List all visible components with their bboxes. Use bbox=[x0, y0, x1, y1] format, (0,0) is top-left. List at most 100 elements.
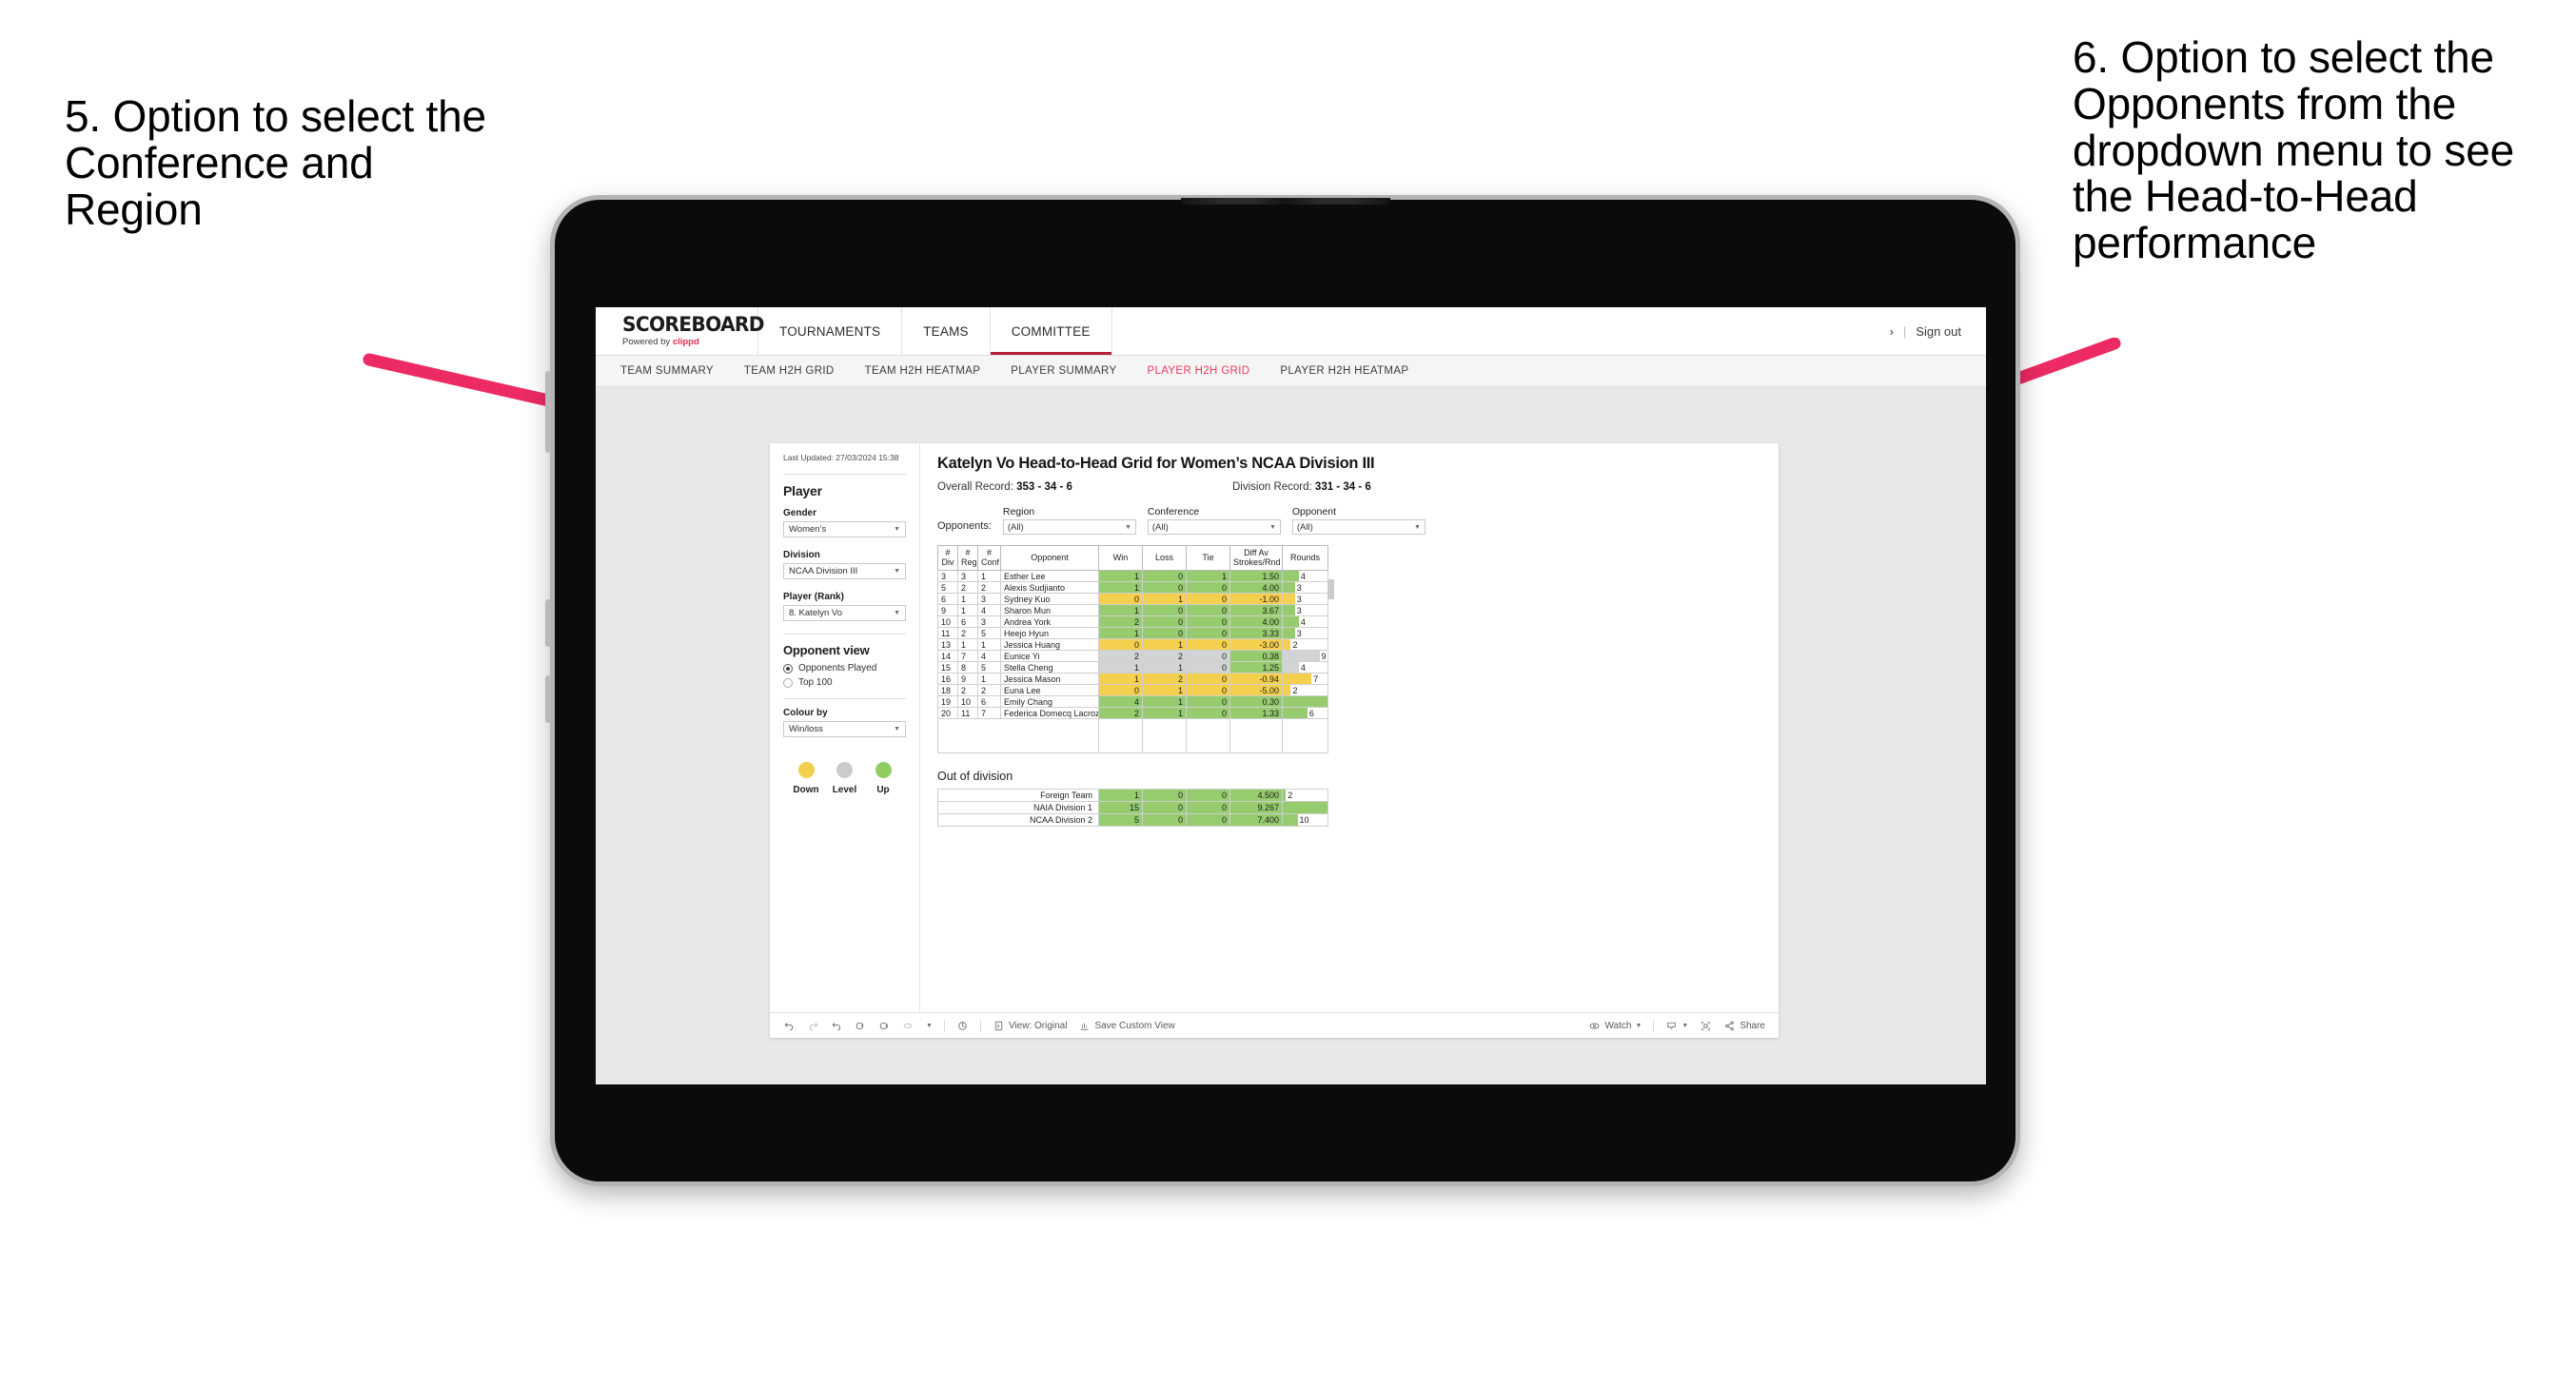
undo-icon[interactable] bbox=[783, 1020, 796, 1032]
cell-loss: 0 bbox=[1142, 581, 1187, 594]
table-row[interactable]: 20 11 7 Federica Domecq Lacroze 2 1 0 1.33 6 bbox=[937, 707, 1328, 719]
region-dropdown[interactable]: (All) ▼ bbox=[1002, 519, 1136, 535]
save-custom-view-button[interactable]: Save Custom View bbox=[1078, 1020, 1175, 1032]
cell-rounds: 3 bbox=[1282, 581, 1328, 594]
cell-loss: 0 bbox=[1142, 627, 1187, 639]
out-of-division-table[interactable]: Foreign Team 1 0 0 4.500 2 NAIA Division 1 15 0 0… bbox=[937, 789, 1328, 827]
grid-scrollbar[interactable] bbox=[1327, 579, 1334, 599]
table-row[interactable]: 14 7 4 Eunice Yi 2 2 0 0.38 9 bbox=[937, 650, 1328, 662]
toolbar-divider-2 bbox=[979, 1019, 981, 1032]
conference-dropdown[interactable]: (All) ▼ bbox=[1147, 519, 1281, 535]
cell-conf: 4 bbox=[977, 650, 1001, 662]
radio-top-100[interactable]: Top 100 bbox=[783, 677, 906, 688]
table-row[interactable]: 10 6 3 Andrea York 2 0 0 4.00 4 bbox=[937, 615, 1328, 628]
grid-col-header-1: # Reg bbox=[957, 545, 978, 571]
table-row[interactable]: 16 9 1 Jessica Mason 1 2 0 -0.94 7 bbox=[937, 673, 1328, 685]
grid-col-header-0: # Div bbox=[937, 545, 958, 571]
cell-div: 6 bbox=[937, 593, 958, 605]
region-filter: Region (All) ▼ bbox=[1002, 506, 1136, 535]
table-row[interactable]: 3 3 1 Esther Lee 1 0 1 1.50 4 bbox=[937, 570, 1328, 582]
cell-rounds: 2 bbox=[1282, 638, 1328, 651]
fullscreen-icon[interactable] bbox=[1700, 1020, 1712, 1032]
cell-conf: 1 bbox=[977, 638, 1001, 651]
subnav-item-player-h2h-grid[interactable]: PLAYER H2H GRID bbox=[1147, 365, 1249, 377]
browser-viewport: SCOREBOARD Powered by clippd TOURNAMENTS… bbox=[596, 307, 1986, 1084]
redo-icon[interactable] bbox=[807, 1020, 819, 1032]
chevron-down-icon[interactable]: ▼ bbox=[926, 1023, 933, 1029]
subnav-item-team-h2h-grid[interactable]: TEAM H2H GRID bbox=[744, 365, 835, 377]
cell-div: 16 bbox=[937, 673, 958, 685]
highlight-icon[interactable] bbox=[902, 1020, 914, 1032]
chevron-down-icon: ▼ bbox=[1635, 1022, 1642, 1029]
table-row[interactable]: 9 1 4 Sharon Mun 1 0 0 3.67 3 bbox=[937, 604, 1328, 616]
table-row[interactable]: Foreign Team 1 0 0 4.500 2 bbox=[937, 789, 1328, 802]
signout-link[interactable]: Sign out bbox=[1916, 324, 1961, 339]
table-row[interactable]: 18 2 2 Euna Lee 0 1 0 -5.00 2 bbox=[937, 684, 1328, 696]
table-row[interactable]: NCAA Division 2 5 0 0 7.400 10 bbox=[937, 813, 1328, 827]
cell-diff: 3.33 bbox=[1229, 627, 1283, 639]
topnav-item-committee[interactable]: COMMITTEE bbox=[991, 307, 1112, 355]
cell-tie: 0 bbox=[1186, 627, 1230, 639]
last-updated-text: Last Updated: 27/03/2024 15:38 bbox=[783, 453, 899, 462]
player-rank-dropdown[interactable]: 8. Katelyn Vo ▼ bbox=[783, 605, 906, 622]
table-row[interactable]: 11 2 5 Heejo Hyun 1 0 0 3.33 3 bbox=[937, 627, 1328, 639]
table-row[interactable]: 6 1 3 Sydney Kuo 0 1 0 -1.00 3 bbox=[937, 593, 1328, 605]
show-me-icon[interactable] bbox=[956, 1020, 969, 1032]
cell-div: 5 bbox=[937, 581, 958, 594]
brand-sub-prefix: Powered by bbox=[622, 337, 673, 348]
grid-col-header-2: # Conf bbox=[977, 545, 1001, 571]
watch-button[interactable]: Watch ▼ bbox=[1588, 1020, 1642, 1032]
cell-name: NAIA Division 1 bbox=[937, 801, 1099, 814]
cell-div: 11 bbox=[937, 627, 958, 639]
grid-col-header-5: Loss bbox=[1142, 545, 1187, 571]
table-row[interactable]: 5 2 2 Alexis Sudjianto 1 0 0 4.00 3 bbox=[937, 581, 1328, 594]
cell-loss: 0 bbox=[1142, 604, 1187, 616]
table-row[interactable]: NAIA Division 115009.26730 bbox=[937, 801, 1328, 814]
radio-opponents-played[interactable]: Opponents Played bbox=[783, 663, 906, 673]
cell-reg: 2 bbox=[957, 627, 978, 639]
h2h-grid-table[interactable]: # Div # Reg # Conf Opponent Win Loss Tie Diff Av St… bbox=[937, 545, 1328, 753]
division-record-value: 331 - 34 - 6 bbox=[1314, 481, 1371, 493]
topnav-item-tournaments[interactable]: TOURNAMENTS bbox=[758, 307, 903, 355]
download-button[interactable]: ▼ bbox=[1665, 1020, 1688, 1032]
brand-subtitle: Powered by clippd bbox=[622, 338, 757, 347]
division-record: Division Record: 331 - 34 - 6 bbox=[1232, 481, 1527, 493]
view-original-button[interactable]: View: Original bbox=[993, 1020, 1067, 1032]
signout-area: › | Sign out bbox=[1890, 307, 1986, 355]
cell-tie: 0 bbox=[1186, 813, 1230, 827]
cell-div: 9 bbox=[937, 604, 958, 616]
subnav-item-player-summary[interactable]: PLAYER SUMMARY bbox=[1011, 365, 1116, 377]
cell-div: 14 bbox=[937, 650, 958, 662]
cell-conf: 2 bbox=[977, 581, 1001, 594]
annotation-6: 6. Option to select the Opponents from t… bbox=[2073, 32, 2514, 267]
topnav-item-teams[interactable]: TEAMS bbox=[902, 307, 991, 355]
cell-div: 20 bbox=[937, 707, 958, 719]
cell-win: 1 bbox=[1098, 673, 1143, 685]
cell-diff: -5.00 bbox=[1229, 684, 1283, 696]
cell-win: 1 bbox=[1098, 581, 1143, 594]
table-row[interactable]: 13 1 1 Jessica Huang 0 1 0 -3.00 2 bbox=[937, 638, 1328, 651]
subnav-item-team-summary[interactable]: TEAM SUMMARY bbox=[620, 365, 714, 377]
opponent-dropdown[interactable]: (All) ▼ bbox=[1291, 519, 1426, 535]
brand-logo[interactable]: SCOREBOARD Powered by clippd bbox=[596, 307, 765, 355]
subnav-item-player-h2h-heatmap[interactable]: PLAYER H2H HEATMAP bbox=[1280, 365, 1408, 377]
grid-header-row: # Div # Reg # Conf Opponent Win Loss Tie Diff Av St… bbox=[937, 545, 1328, 571]
cell-loss: 0 bbox=[1142, 615, 1187, 628]
refresh-icon[interactable] bbox=[855, 1020, 867, 1032]
revert-icon[interactable] bbox=[831, 1020, 843, 1032]
tablet-speaker bbox=[1180, 198, 1390, 205]
table-row[interactable]: 19106Emily Chang4100.3011 bbox=[937, 695, 1328, 708]
pause-icon[interactable] bbox=[878, 1020, 891, 1032]
chevron-down-icon: ▼ bbox=[894, 726, 900, 733]
cell-tie: 1 bbox=[1186, 570, 1230, 582]
out-of-division-body: Foreign Team 1 0 0 4.500 2 NAIA Division 1 15 0 0… bbox=[937, 789, 1328, 827]
cell-diff: 1.25 bbox=[1229, 661, 1283, 673]
gender-dropdown[interactable]: Women’s ▼ bbox=[783, 521, 906, 538]
chevron-right-icon[interactable]: › bbox=[1890, 324, 1894, 339]
division-dropdown[interactable]: NCAA Division III ▼ bbox=[783, 563, 906, 580]
share-button[interactable]: Share bbox=[1723, 1020, 1765, 1032]
colour-by-dropdown[interactable]: Win/loss ▼ bbox=[783, 721, 906, 738]
table-row[interactable]: 15 8 5 Stella Cheng 1 1 0 1.25 4 bbox=[937, 661, 1328, 673]
subnav-item-team-h2h-heatmap[interactable]: TEAM H2H HEATMAP bbox=[865, 365, 981, 377]
cell-reg: 9 bbox=[957, 673, 978, 685]
